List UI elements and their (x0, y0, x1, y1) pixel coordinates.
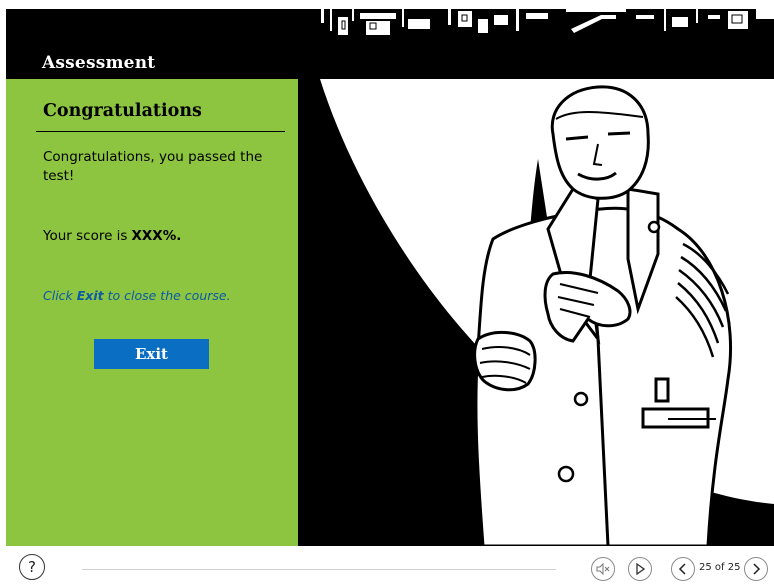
chevron-left-icon (678, 563, 686, 575)
play-icon (636, 563, 645, 575)
panel-title: Congratulations (43, 101, 202, 121)
score-line: Your score is XXX%. (43, 228, 181, 244)
character-illustration (298, 79, 774, 546)
hint-prefix: Click (43, 288, 77, 303)
hint-suffix: to close the course. (103, 288, 231, 303)
play-button[interactable] (628, 557, 652, 581)
hint-keyword: Exit (76, 288, 104, 303)
header-title: Assessment (42, 53, 156, 73)
question-icon: ? (28, 558, 36, 576)
speaker-mute-icon (596, 563, 610, 575)
congrats-message: Congratulations, you passed the test! (43, 149, 263, 184)
player-controls: ? 25 of 25 (0, 548, 774, 588)
divider (36, 131, 285, 132)
help-button[interactable]: ? (19, 554, 45, 580)
content-panel: Congratulations Congratulations, you pas… (6, 79, 298, 546)
mute-button[interactable] (591, 557, 615, 581)
exit-button[interactable]: Exit (94, 339, 209, 369)
slide-header: Assessment (6, 9, 774, 79)
exit-hint: Click Exit to close the course. (43, 288, 231, 303)
next-button[interactable] (744, 557, 768, 581)
prev-button[interactable] (671, 557, 695, 581)
skyline-illustration (316, 9, 774, 79)
page-counter: 25 of 25 (699, 562, 741, 573)
score-label: Your score is (43, 228, 128, 244)
slide: Assessment Congratulations Congratulatio… (6, 9, 774, 546)
score-value: XXX%. (131, 228, 182, 244)
chevron-right-icon (753, 563, 761, 575)
progress-bar[interactable] (82, 569, 556, 570)
